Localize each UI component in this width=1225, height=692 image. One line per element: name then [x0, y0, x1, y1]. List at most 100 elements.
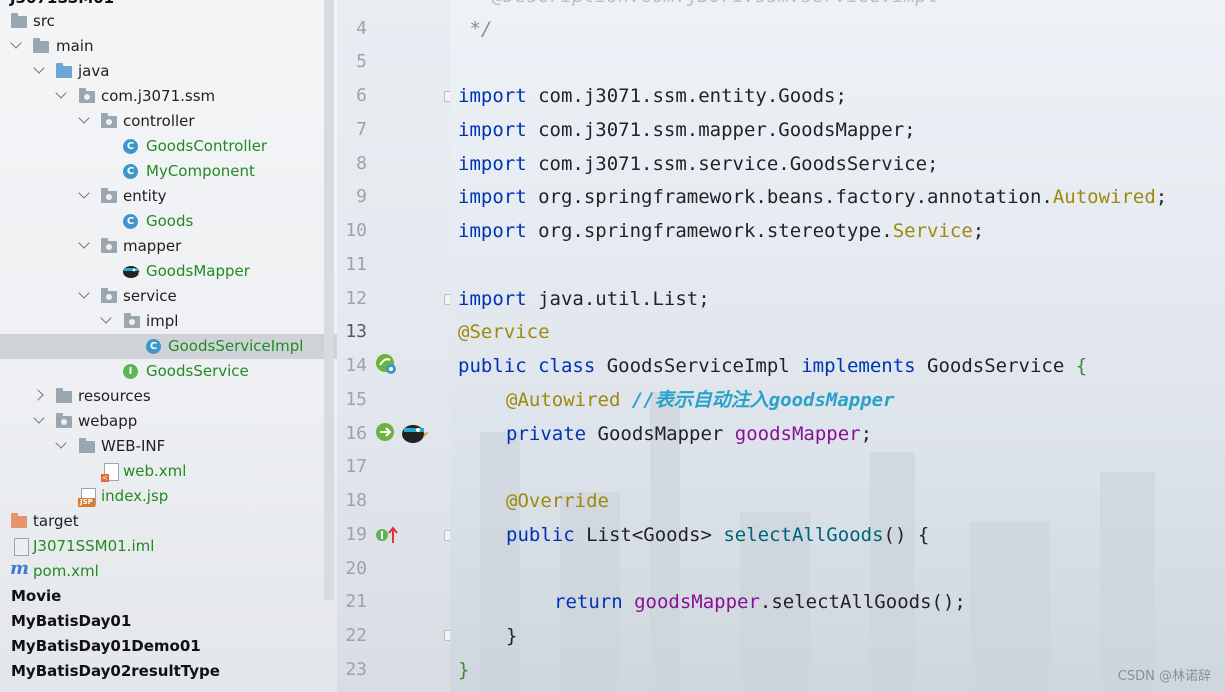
tree-item-main[interactable]: main — [56, 34, 93, 59]
line-number: 15 — [345, 389, 367, 410]
tree-item-service[interactable]: service — [123, 284, 177, 309]
tree-item-goodscontroller[interactable]: GoodsController — [146, 134, 267, 159]
code-text: GoodsMapper — [586, 423, 735, 445]
tree-item-package[interactable]: com.j3071.ssm — [101, 84, 215, 109]
tree-item-controller[interactable]: controller — [123, 109, 195, 134]
line-number: 12 — [345, 288, 367, 309]
chevron-down-icon[interactable] — [55, 437, 67, 449]
code-text: List<Goods> — [574, 524, 724, 546]
tree-item-goodsservice[interactable]: GoodsService — [146, 359, 249, 384]
keyword: import — [458, 85, 527, 107]
maven-icon: m — [10, 558, 30, 579]
mybatis-bird-icon[interactable] — [399, 420, 429, 444]
tree-item-entity[interactable]: entity — [123, 184, 167, 209]
code-editor[interactable]: @Description:com.j3071.ssm.service.impl … — [450, 0, 1225, 692]
tree-project-movie[interactable]: Movie — [11, 584, 61, 609]
code-line-16: private GoodsMapper goodsMapper; — [506, 417, 872, 451]
chevron-down-icon[interactable] — [33, 412, 45, 424]
code-text: com.j3071.ssm.entity.Goods; — [526, 85, 847, 107]
chevron-down-icon[interactable] — [10, 37, 22, 49]
code-text: org.springframework.stereotype. — [526, 220, 893, 242]
tree-item-webapp[interactable]: webapp — [78, 409, 137, 434]
tree-item-goodsmapper[interactable]: GoodsMapper — [146, 259, 250, 284]
code-field: goodsMapper — [734, 423, 861, 445]
code-line-18: @Override — [506, 490, 609, 512]
interface-icon: I — [123, 364, 138, 379]
web-folder-icon — [56, 413, 72, 428]
keyword: public — [506, 524, 575, 546]
source-folder-icon — [56, 63, 72, 78]
code-annotation: @Autowired — [506, 389, 621, 411]
project-tree[interactable]: J3071SSM01 src main java com.j3071.ssm c… — [0, 0, 337, 692]
background-skyline — [1100, 472, 1155, 692]
chevron-down-icon[interactable] — [78, 287, 90, 299]
line-number: 17 — [345, 456, 367, 477]
folder-icon — [11, 13, 27, 28]
editor-gutter[interactable]: 4 5 6 7 8 9 10 11 12 13 14 15 16 17 18 1… — [337, 0, 455, 692]
code-line-4: */ — [458, 18, 493, 40]
tree-item-pom[interactable]: pom.xml — [33, 559, 99, 584]
chevron-down-icon[interactable] — [78, 112, 90, 124]
xml-file-icon: < — [101, 463, 119, 482]
line-number: 14 — [345, 355, 367, 376]
tree-item-java[interactable]: java — [78, 59, 109, 84]
code-text: () { — [883, 524, 930, 546]
line-number: 23 — [345, 659, 367, 680]
line-number: 5 — [356, 51, 367, 72]
line-number-current: 13 — [345, 321, 367, 342]
chevron-right-icon[interactable] — [32, 389, 44, 401]
tree-item-src[interactable]: src — [33, 9, 55, 34]
code-line-3-partial: @Description:com.j3071.ssm.service.impl — [492, 0, 938, 13]
tree-item-mycomponent[interactable]: MyComponent — [146, 159, 255, 184]
tree-item-target[interactable]: target — [33, 509, 79, 534]
chevron-down-icon[interactable] — [78, 187, 90, 199]
line-number: 4 — [356, 18, 367, 39]
code-text: java.util.List; — [526, 288, 710, 310]
package-icon — [124, 313, 140, 328]
tree-item-impl[interactable]: impl — [146, 309, 178, 334]
code-text: (); — [931, 591, 966, 613]
keyword: import — [458, 119, 527, 141]
tree-item-goods[interactable]: Goods — [146, 209, 193, 234]
code-text: org.springframework.beans.factory.annota… — [526, 186, 1053, 208]
code-text: GoodsService — [915, 355, 1076, 377]
keyword: public — [458, 355, 527, 377]
tree-item-mapper[interactable]: mapper — [123, 234, 181, 259]
code-text: GoodsServiceImpl — [595, 355, 802, 377]
chevron-down-icon[interactable] — [100, 312, 112, 324]
code-text: com.j3071.ssm.service.GoodsService; — [526, 153, 939, 175]
package-icon — [101, 288, 117, 303]
tree-item-web-xml[interactable]: web.xml — [123, 459, 186, 484]
brace: { — [1075, 355, 1088, 377]
code-line-14: public class GoodsServiceImpl implements… — [458, 349, 1087, 383]
tree-item-goodsserviceimpl[interactable]: GoodsServiceImpl — [168, 334, 303, 359]
code-text: ; — [972, 220, 985, 242]
keyword: import — [458, 220, 527, 242]
tree-item-iml[interactable]: J3071SSM01.iml — [33, 534, 154, 559]
autowired-icon[interactable] — [375, 421, 397, 443]
chevron-down-icon[interactable] — [33, 62, 45, 74]
tree-project-mybatisday02resulttype[interactable]: MyBatisDay02resultType — [11, 659, 220, 684]
line-number: 10 — [345, 220, 367, 241]
tree-item-index-jsp[interactable]: index.jsp — [101, 484, 168, 509]
spring-bean-icon[interactable] — [375, 353, 397, 375]
chevron-down-icon[interactable] — [55, 87, 67, 99]
chevron-down-icon[interactable] — [78, 237, 90, 249]
code-line-9: import org.springframework.beans.factory… — [458, 180, 1167, 214]
keyword: private — [506, 423, 587, 445]
tree-item-web-inf[interactable]: WEB-INF — [101, 434, 165, 459]
tree-scrollbar[interactable] — [324, 0, 334, 600]
tree-project-name-partial[interactable]: J3071SSM01 — [10, 0, 114, 11]
code-line-19: public List<Goods> selectAllGoods() { — [506, 518, 929, 552]
line-number: 20 — [345, 558, 367, 579]
code-line-13: @Service — [458, 321, 550, 343]
implements-method-icon[interactable] — [375, 525, 401, 545]
code-comment: //表示自动注入goodsMapper — [620, 389, 895, 411]
line-number: 9 — [356, 186, 367, 207]
tree-item-resources[interactable]: resources — [78, 384, 151, 409]
tree-project-mybatisday01[interactable]: MyBatisDay01 — [11, 609, 131, 634]
code-line-8: import com.j3071.ssm.service.GoodsServic… — [458, 147, 938, 181]
line-number: 16 — [345, 423, 367, 444]
code-annotation-ref: Service — [892, 220, 973, 242]
tree-project-mybatisday01demo01[interactable]: MyBatisDay01Demo01 — [11, 634, 201, 659]
